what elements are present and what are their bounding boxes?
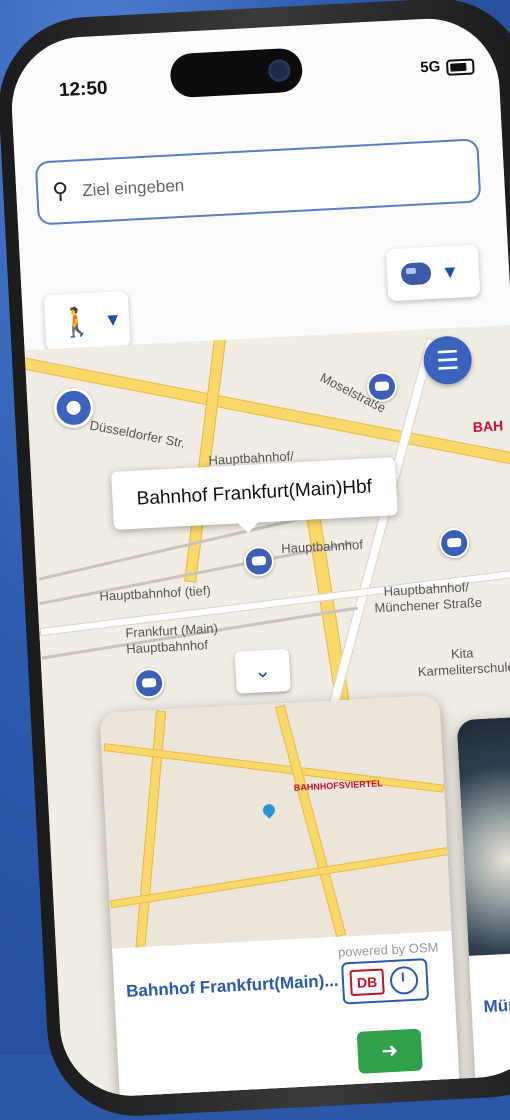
top-panel: ⚲ Ziel eingeben 🚶 ▼ ▼ (12, 95, 510, 352)
train-icon (400, 261, 432, 286)
status-time: 12:50 (58, 77, 109, 102)
road (274, 704, 347, 938)
next-card[interactable]: Mür (456, 714, 510, 1100)
map-view[interactable]: Düsseldorfer Str. Moselstraße Hauptbahnh… (24, 324, 510, 1100)
station-marker[interactable] (133, 667, 165, 700)
station-card[interactable]: BAHNHOFSVIERTEL powered by OSM Bahnhof F… (99, 695, 462, 1100)
battery-icon (445, 58, 475, 76)
phone-screen: 12:50 5G ⚲ Ziel eingeben 🚶 ▼ ▼ Düsseldor… (8, 15, 510, 1100)
layers-button[interactable]: ☰ (422, 334, 473, 386)
attribution: powered by OSM (337, 939, 439, 960)
map-label: Karmeliterschule (417, 659, 510, 680)
map-label: Hauptbahnhof (280, 536, 364, 557)
station-marker[interactable] (243, 545, 275, 578)
map-label: Kita (450, 645, 474, 662)
station-marker[interactable] (366, 370, 398, 403)
walk-icon: 🚶 (58, 305, 95, 338)
map-label: BAHNHOFSVIERTEL (293, 778, 383, 793)
map-label: Hauptbahnhof (125, 637, 209, 657)
station-marker[interactable] (438, 527, 471, 559)
walk-mode-button[interactable]: 🚶 ▼ (43, 290, 131, 352)
map-label: Düsseldorfer Str. (88, 417, 187, 451)
road (109, 847, 450, 909)
search-placeholder: Ziel eingeben (81, 175, 185, 201)
search-icon: ⚲ (51, 177, 70, 204)
map-label: Hauptbahnhof (tief) (99, 582, 212, 604)
db-logo: DB (349, 968, 385, 997)
expand-button[interactable]: ⌄ (234, 648, 291, 694)
card-title: Mür (483, 995, 510, 1017)
map-label: BAH (472, 417, 504, 435)
card-map-preview: BAHNHOFSVIERTEL (99, 695, 452, 949)
route-button[interactable]: ➜ (356, 1028, 423, 1074)
chevron-down-icon: ▼ (103, 308, 123, 330)
transit-mode-button[interactable]: ▼ (385, 244, 481, 302)
search-input[interactable]: ⚲ Ziel eingeben (34, 138, 482, 226)
station-title[interactable]: Bahnhof Frankfurt(Main)... (126, 971, 339, 1002)
chevron-down-icon: ▼ (440, 261, 460, 282)
my-location-button[interactable] (52, 386, 95, 429)
dynamic-island (169, 47, 304, 99)
signal-indicator: 5G (419, 58, 441, 77)
camera-icon (267, 59, 291, 83)
road (135, 710, 167, 949)
map-pin-icon (260, 801, 278, 819)
station-tooltip: Bahnhof Frankfurt(Main)Hbf (111, 457, 398, 530)
card-image (456, 714, 510, 956)
